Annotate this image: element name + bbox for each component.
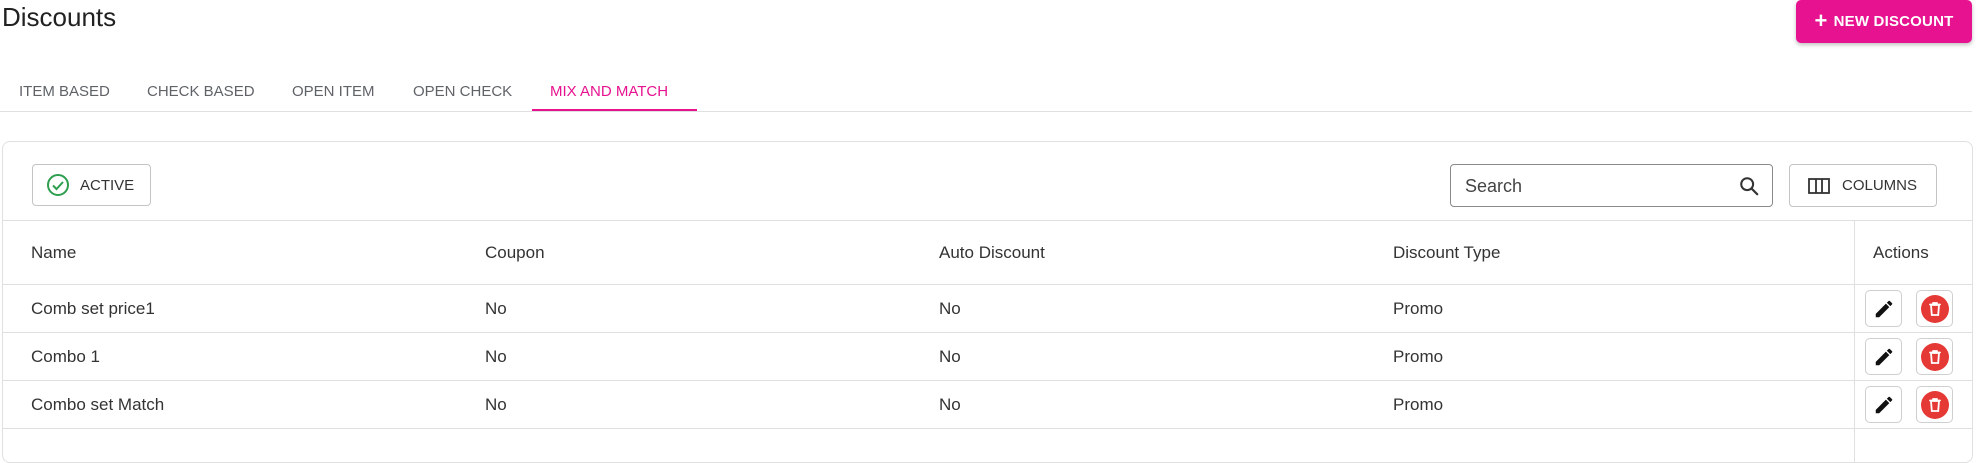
tab-bar: ITEM BASED CHECK BASED OPEN ITEM OPEN CH… bbox=[0, 72, 1972, 112]
column-header-coupon[interactable]: Coupon bbox=[485, 221, 545, 284]
tab-mix-and-match[interactable]: MIX AND MATCH bbox=[550, 72, 668, 111]
edit-button[interactable] bbox=[1865, 386, 1902, 423]
search-icon[interactable] bbox=[1738, 175, 1760, 197]
table-row[interactable]: Combo 1 No No Promo bbox=[3, 333, 1972, 381]
trash-icon bbox=[1928, 301, 1941, 316]
table-row[interactable]: Comb set price1 No No Promo bbox=[3, 285, 1972, 333]
edit-button[interactable] bbox=[1865, 290, 1902, 327]
columns-icon bbox=[1808, 177, 1830, 194]
cell-name: Comb set price1 bbox=[31, 298, 155, 318]
trash-icon bbox=[1928, 349, 1941, 364]
discounts-table-card: ACTIVE COLUMNS Name Coupon Auto Discount… bbox=[2, 141, 1973, 463]
cell-discount-type: Promo bbox=[1393, 298, 1444, 318]
column-header-name[interactable]: Name bbox=[31, 221, 76, 284]
trash-icon bbox=[1928, 397, 1941, 412]
edit-button[interactable] bbox=[1865, 338, 1902, 375]
cell-coupon: No bbox=[485, 298, 507, 318]
search-input[interactable] bbox=[1463, 165, 1727, 208]
cell-name: Combo 1 bbox=[31, 346, 100, 366]
cell-discount-type: Promo bbox=[1393, 394, 1444, 414]
pencil-icon bbox=[1875, 348, 1892, 365]
active-tab-indicator bbox=[532, 109, 697, 111]
cell-auto-discount: No bbox=[939, 298, 961, 318]
cell-name: Combo set Match bbox=[31, 394, 165, 414]
delete-badge bbox=[1920, 294, 1949, 323]
delete-button[interactable] bbox=[1916, 386, 1953, 423]
pencil-icon bbox=[1875, 396, 1892, 413]
delete-badge bbox=[1920, 390, 1949, 419]
column-header-discount-type[interactable]: Discount Type bbox=[1393, 221, 1500, 284]
cell-auto-discount: No bbox=[939, 346, 961, 366]
pencil-icon bbox=[1875, 300, 1892, 317]
table-toolbar: ACTIVE COLUMNS bbox=[3, 142, 1972, 221]
delete-button[interactable] bbox=[1916, 290, 1953, 327]
cell-coupon: No bbox=[485, 346, 507, 366]
columns-label: COLUMNS bbox=[1842, 177, 1918, 194]
page-title: Discounts bbox=[2, 2, 117, 32]
delete-button[interactable] bbox=[1916, 338, 1953, 375]
new-discount-button[interactable]: + NEW DISCOUNT bbox=[1796, 0, 1972, 43]
table-row[interactable]: Combo set Match No No Promo bbox=[3, 381, 1972, 429]
cell-discount-type: Promo bbox=[1393, 346, 1444, 366]
tab-item-based[interactable]: ITEM BASED bbox=[19, 72, 110, 111]
column-header-auto-discount[interactable]: Auto Discount bbox=[939, 221, 1045, 284]
search-box bbox=[1450, 164, 1773, 208]
tab-open-check[interactable]: OPEN CHECK bbox=[413, 72, 512, 111]
active-filter-button[interactable]: ACTIVE bbox=[32, 164, 151, 206]
check-circle-icon bbox=[47, 174, 69, 196]
delete-badge bbox=[1920, 342, 1949, 371]
active-filter-label: ACTIVE bbox=[80, 176, 135, 194]
cell-auto-discount: No bbox=[939, 394, 961, 414]
cell-coupon: No bbox=[485, 394, 507, 414]
tab-check-based[interactable]: CHECK BASED bbox=[147, 72, 255, 111]
tab-open-item[interactable]: OPEN ITEM bbox=[292, 72, 375, 111]
plus-icon: + bbox=[1814, 7, 1828, 33]
columns-button[interactable]: COLUMNS bbox=[1789, 164, 1937, 207]
table-header: Name Coupon Auto Discount Discount Type … bbox=[3, 221, 1972, 285]
new-discount-label: NEW DISCOUNT bbox=[1833, 13, 1954, 30]
